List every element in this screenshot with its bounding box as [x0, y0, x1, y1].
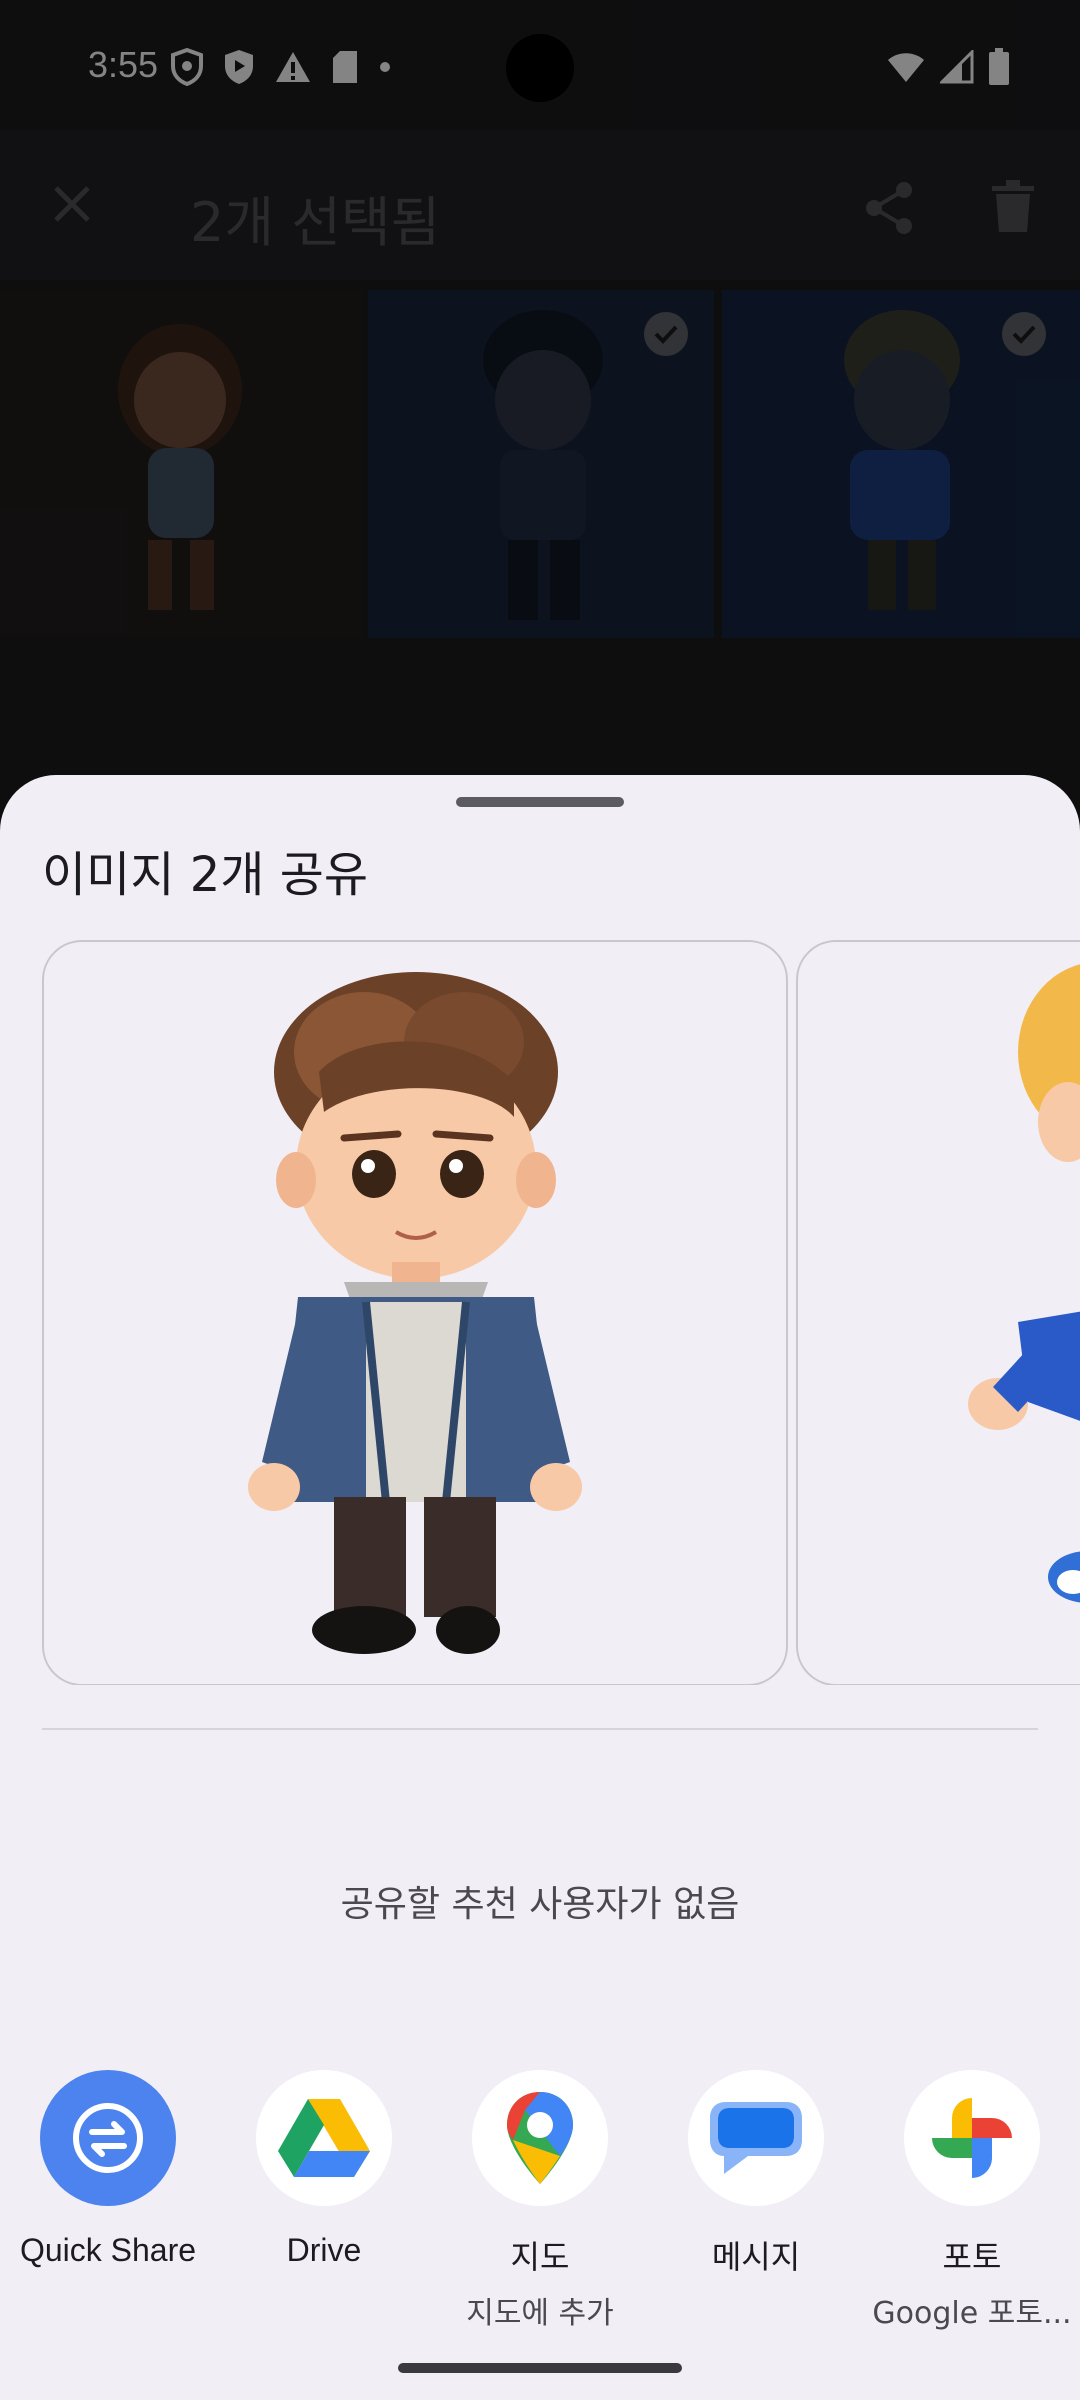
share-target-sublabel: 지도에 추가	[466, 2296, 614, 2331]
preview-image-card	[42, 940, 788, 1685]
preview-image-card	[796, 940, 1080, 1685]
image-preview-carousel[interactable]	[0, 940, 1080, 1685]
boy-denim-jacket-image	[248, 972, 582, 1654]
share-target-photos[interactable]: 포토 Google 포토...	[864, 2070, 1080, 2332]
share-target-label: Drive	[286, 2232, 362, 2268]
section-divider	[42, 1728, 1038, 1730]
share-sheet-title: 이미지 2개 공유	[42, 847, 369, 903]
share-targets-row: Quick Share Drive 지도 지도에 추가 메시지 포토 Googl…	[0, 2070, 1080, 2340]
sheet-drag-handle[interactable]	[456, 797, 624, 807]
share-target-label: 지도	[510, 2239, 570, 2275]
share-target-label: 포토	[942, 2239, 1002, 2275]
no-suggested-contacts-message: 공유할 추천 사용자가 없음	[340, 1884, 740, 1925]
boy-blue-hoodie-image	[968, 964, 1080, 1603]
share-target-messages[interactable]: 메시지	[648, 2070, 864, 2278]
share-target-quick-share[interactable]: Quick Share	[0, 2070, 216, 2269]
share-target-drive[interactable]: Drive	[216, 2070, 432, 2269]
messages-icon	[688, 2070, 824, 2206]
google-photos-icon	[904, 2070, 1040, 2206]
share-sheet: 이미지 2개 공유 공유할 추천 사용자가 없음 Quick Share Dri…	[0, 775, 1080, 2400]
gesture-nav-handle[interactable]	[398, 2363, 682, 2373]
dim-scrim[interactable]	[0, 0, 1080, 860]
share-target-label: Quick Share	[19, 2232, 197, 2268]
google-maps-icon	[472, 2070, 608, 2206]
share-target-label: 메시지	[711, 2239, 801, 2275]
google-drive-icon	[256, 2070, 392, 2206]
quick-share-icon	[40, 2070, 176, 2206]
share-target-maps[interactable]: 지도 지도에 추가	[432, 2070, 648, 2332]
gallery-app-background: 3:55 2개 선택됨	[0, 0, 1080, 860]
share-target-sublabel: Google 포토...	[872, 2296, 1072, 2331]
